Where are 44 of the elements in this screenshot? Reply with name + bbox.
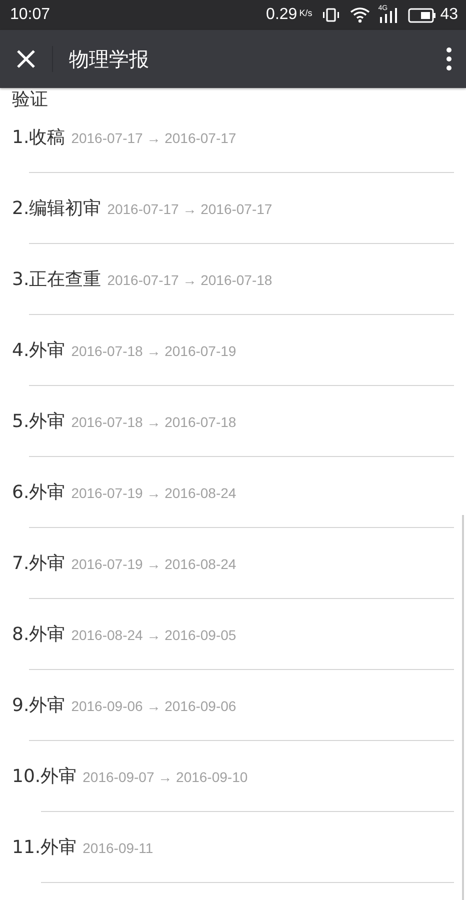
step-number: 8. — [12, 623, 30, 647]
step-dates: 2016-09-07 → 2016-09-10 — [82, 769, 248, 785]
step-title: 外审 — [29, 623, 66, 647]
step-number: 5. — [12, 410, 30, 434]
battery-level: 43 — [440, 6, 458, 24]
step-number: 10. — [12, 765, 41, 789]
close-icon[interactable] — [16, 49, 36, 69]
step-dates: 2016-07-19 → 2016-08-24 — [71, 556, 236, 572]
step-number: 1. — [12, 126, 30, 150]
step-number: 2. — [12, 197, 30, 221]
step-number: 3. — [12, 268, 30, 292]
step-title: 外审 — [40, 836, 77, 860]
status-time: 10:07 — [10, 6, 52, 24]
step-title: 外审 — [29, 552, 66, 576]
step-dates: 2016-07-17 → 2016-07-17 — [107, 201, 272, 217]
step-dates: 2016-07-17 → 2016-07-17 — [71, 130, 236, 146]
step-number: 7. — [12, 552, 30, 576]
step-number: 4. — [12, 339, 30, 363]
battery-icon — [408, 8, 436, 22]
step-dates: 2016-07-18 → 2016-07-19 — [71, 343, 236, 359]
step-title: 外审 — [40, 765, 77, 789]
step-dates: 2016-09-11 — [82, 840, 154, 856]
step-title: 外审 — [29, 410, 66, 434]
wifi-icon — [350, 7, 370, 23]
page-title: 物理学报 — [69, 46, 150, 72]
step-title: 外审 — [29, 481, 66, 505]
vibrate-icon — [322, 8, 340, 22]
step-title: 收稿 — [29, 126, 66, 150]
step-dates: 2016-09-06 → 2016-09-06 — [71, 698, 236, 714]
step-dates: 2016-07-18 → 2016-07-18 — [71, 414, 236, 430]
section-heading: 验证 — [12, 88, 49, 112]
step-dates: 2016-07-19 → 2016-08-24 — [71, 485, 236, 501]
network-speed: 0.29 — [266, 6, 298, 24]
step-dates: 2016-07-17 → 2016-07-18 — [107, 272, 272, 288]
step-title: 正在查重 — [29, 268, 102, 292]
step-number: 6. — [12, 481, 30, 505]
speed-unit: K/s — [299, 8, 312, 18]
step-number: 9. — [12, 694, 30, 718]
step-number: 11. — [12, 836, 41, 860]
step-dates: 2016-08-24 → 2016-09-05 — [71, 627, 236, 643]
step-title: 外审 — [29, 339, 66, 363]
step-title: 编辑初审 — [29, 197, 102, 221]
more-icon[interactable] — [446, 47, 452, 71]
step-title: 外审 — [29, 694, 66, 718]
